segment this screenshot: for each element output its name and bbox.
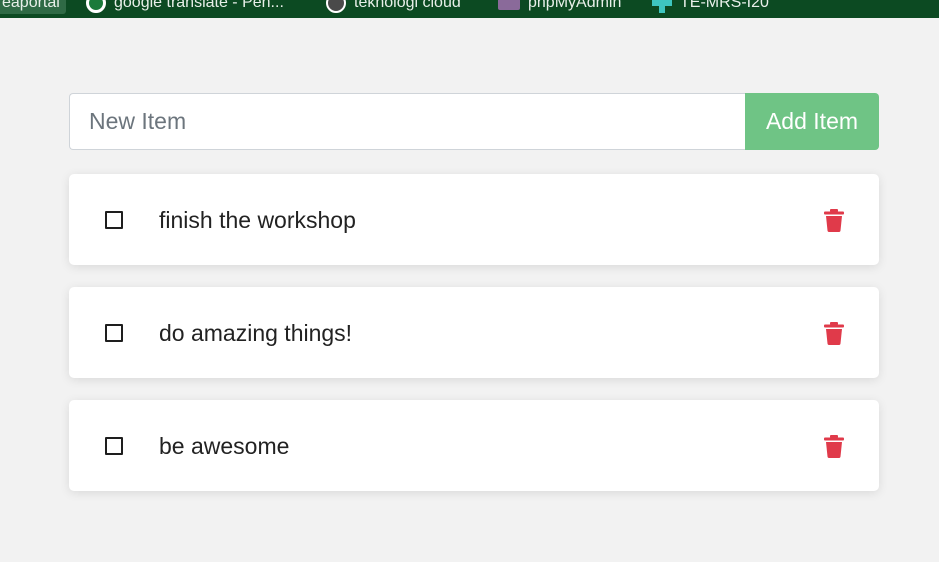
cross-icon bbox=[652, 0, 672, 13]
todo-list: finish the workshop do amazing things! b… bbox=[69, 174, 879, 513]
bookmark-eaportal[interactable]: eaportal bbox=[0, 0, 66, 14]
globe-icon bbox=[326, 0, 346, 13]
bookmark-label: TE-MRS-I20 bbox=[680, 0, 769, 11]
trash-icon[interactable] bbox=[824, 209, 844, 232]
bookmark-label: eaportal bbox=[2, 0, 60, 11]
todo-item: be awesome bbox=[69, 400, 879, 491]
bookmark-label: teknologi cloud bbox=[354, 0, 461, 11]
todo-checkbox[interactable] bbox=[105, 437, 123, 455]
bookmark-label: phpMyAdmin bbox=[528, 0, 622, 11]
bookmark-te-mrs[interactable]: TE-MRS-I20 bbox=[652, 0, 769, 14]
trash-icon[interactable] bbox=[824, 322, 844, 345]
todo-text: finish the workshop bbox=[159, 207, 356, 233]
bookmark-teknologi-cloud[interactable]: teknologi cloud bbox=[326, 0, 461, 14]
todo-text: do amazing things! bbox=[159, 320, 353, 346]
new-item-input[interactable] bbox=[69, 93, 745, 150]
trash-icon[interactable] bbox=[824, 435, 844, 458]
bookmarks-bar: eaportal google translate - Pen... tekno… bbox=[0, 0, 939, 18]
bookmark-google-translate[interactable]: google translate - Pen... bbox=[86, 0, 284, 14]
bookmark-label: google translate - Pen... bbox=[114, 0, 284, 11]
add-item-form: Add Item bbox=[69, 93, 879, 150]
phpmyadmin-icon bbox=[498, 0, 520, 10]
bookmark-phpmyadmin[interactable]: phpMyAdmin bbox=[498, 0, 621, 14]
todo-checkbox[interactable] bbox=[105, 324, 123, 342]
todo-text: be awesome bbox=[159, 433, 290, 459]
todo-item: finish the workshop bbox=[69, 174, 879, 265]
google-icon bbox=[86, 0, 106, 13]
todo-checkbox[interactable] bbox=[105, 211, 123, 229]
todo-item: do amazing things! bbox=[69, 287, 879, 378]
add-item-button[interactable]: Add Item bbox=[745, 93, 879, 150]
